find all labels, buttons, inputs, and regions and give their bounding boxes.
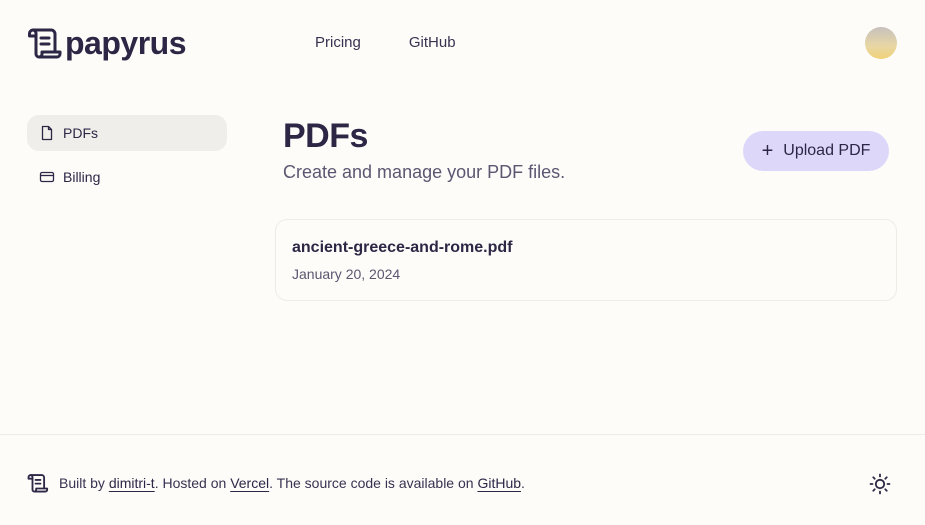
footer-end-text: . [521, 475, 525, 491]
avatar[interactable] [865, 27, 897, 59]
nav-github[interactable]: GitHub [409, 34, 456, 52]
sidebar-item-label: PDFs [63, 125, 98, 141]
sun-icon[interactable] [868, 472, 892, 496]
file-date: January 20, 2024 [292, 266, 401, 282]
footer-github-link[interactable]: GitHub [477, 475, 521, 491]
sidebar-item-pdfs[interactable]: PDFs [27, 115, 227, 151]
sidebar-item-label: Billing [63, 169, 101, 185]
footer-credits: Built by dimitri-t. Hosted on Vercel. Th… [27, 472, 525, 494]
footer: Built by dimitri-t. Hosted on Vercel. Th… [0, 434, 925, 525]
upload-pdf-button[interactable]: + Upload PDF [743, 131, 889, 171]
top-nav: Pricing GitHub [315, 34, 456, 52]
file-card[interactable]: ancient-greece-and-rome.pdf January 20, … [275, 219, 897, 301]
file-name: ancient-greece-and-rome.pdf [292, 239, 513, 256]
brand-logo[interactable]: papyrus [27, 25, 186, 61]
sidebar-item-billing[interactable]: Billing [27, 159, 227, 195]
main-content: PDFs Create and manage your PDF files. +… [283, 115, 897, 183]
scroll-icon [28, 28, 62, 59]
footer-vercel-link[interactable]: Vercel [230, 475, 269, 491]
sidebar: PDFs Billing [27, 115, 227, 203]
credit-card-icon [39, 171, 55, 183]
nav-pricing[interactable]: Pricing [315, 34, 361, 52]
footer-built-by-text: Built by [59, 475, 105, 491]
scroll-icon [27, 474, 49, 493]
brand-name: papyrus [65, 25, 186, 61]
plus-icon: + [761, 140, 774, 162]
footer-author-link[interactable]: dimitri-t [109, 475, 155, 491]
footer-hosted-text: . Hosted on [154, 475, 227, 491]
footer-source-text: . The source code is available on [269, 475, 474, 491]
upload-pdf-label: Upload PDF [783, 142, 871, 159]
file-icon [41, 125, 53, 141]
header: papyrus Pricing GitHub [0, 0, 925, 86]
